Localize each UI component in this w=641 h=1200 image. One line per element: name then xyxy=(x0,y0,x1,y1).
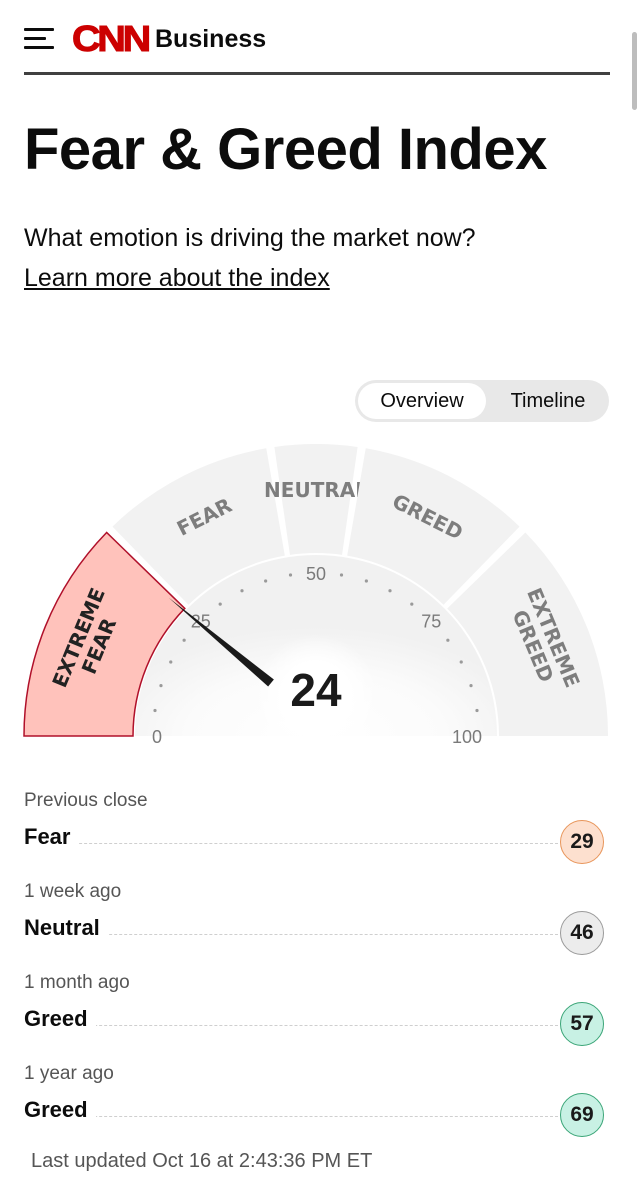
dotted-leader xyxy=(24,1116,558,1117)
last-updated-text: Last updated Oct 16 at 2:43:36 PM ET xyxy=(31,1150,373,1172)
dotted-leader xyxy=(24,843,558,844)
history-period: Previous close xyxy=(24,790,148,811)
learn-more-link[interactable]: Learn more about the index xyxy=(24,264,330,293)
cnn-business-logo[interactable]: CNN Business xyxy=(71,18,267,59)
page-title: Fear & Greed Index xyxy=(24,117,547,182)
historical-values: Previous close Fear 29 1 week ago Neutral 46 1… xyxy=(24,790,610,1154)
history-rating: Fear xyxy=(24,824,79,850)
history-row: 1 year ago Greed 69 xyxy=(24,1063,610,1154)
scale-dot xyxy=(153,708,157,713)
header-divider xyxy=(24,72,610,75)
scale-dot xyxy=(410,602,414,606)
scale-dot xyxy=(240,589,244,593)
cnn-logo-text: CNN xyxy=(71,18,151,59)
scale-dot xyxy=(388,589,392,593)
timeline-tab[interactable]: Timeline xyxy=(490,383,606,419)
scale-dot xyxy=(169,660,173,664)
history-period: 1 year ago xyxy=(24,1063,114,1084)
history-period: 1 week ago xyxy=(24,881,122,902)
history-rating: Greed xyxy=(24,1097,96,1123)
scale-dot xyxy=(469,684,473,688)
overview-tab[interactable]: Overview xyxy=(358,383,486,419)
history-value-badge: 57 xyxy=(560,1002,604,1046)
scale-dot xyxy=(288,573,293,577)
hamburger-menu-icon[interactable] xyxy=(24,28,54,50)
scale-dot xyxy=(159,684,163,688)
history-value-badge: 69 xyxy=(560,1093,604,1137)
page-subtitle: What emotion is driving the market now? xyxy=(24,224,476,252)
dotted-leader xyxy=(24,1025,558,1026)
gauge-tick-label: 75 xyxy=(421,612,441,632)
gauge-tick-label: 0 xyxy=(152,727,162,747)
history-value-badge: 46 xyxy=(560,911,604,955)
history-row: 1 month ago Greed 57 xyxy=(24,972,610,1063)
scale-dot xyxy=(182,638,186,642)
scale-dot xyxy=(339,573,344,577)
scale-dot xyxy=(264,579,268,583)
gauge-value: 24 xyxy=(290,664,342,716)
gauge-tick-label: 100 xyxy=(452,727,482,747)
history-period: 1 month ago xyxy=(24,972,130,993)
scale-dot xyxy=(364,579,368,583)
scale-dot xyxy=(218,602,222,606)
scale-dot xyxy=(459,660,463,664)
gauge-label-neutral: NEUTRAL xyxy=(264,478,368,502)
view-toggle: Overview Timeline xyxy=(355,380,609,422)
history-row: 1 week ago Neutral 46 xyxy=(24,881,610,972)
scale-dot xyxy=(446,638,450,642)
site-header: CNN Business xyxy=(24,14,610,64)
section-name: Business xyxy=(155,24,267,53)
scale-dot xyxy=(475,708,479,713)
history-row: Previous close Fear 29 xyxy=(24,790,610,881)
history-rating: Neutral xyxy=(24,915,108,941)
history-value-badge: 29 xyxy=(560,820,604,864)
history-rating: Greed xyxy=(24,1006,96,1032)
page-scrollbar[interactable] xyxy=(632,32,637,110)
fear-greed-gauge: EXTREMEFEARFEARNEUTRAL GREEDEXTREMEGREED0… xyxy=(23,444,608,750)
gauge-tick-label: 50 xyxy=(306,564,326,584)
